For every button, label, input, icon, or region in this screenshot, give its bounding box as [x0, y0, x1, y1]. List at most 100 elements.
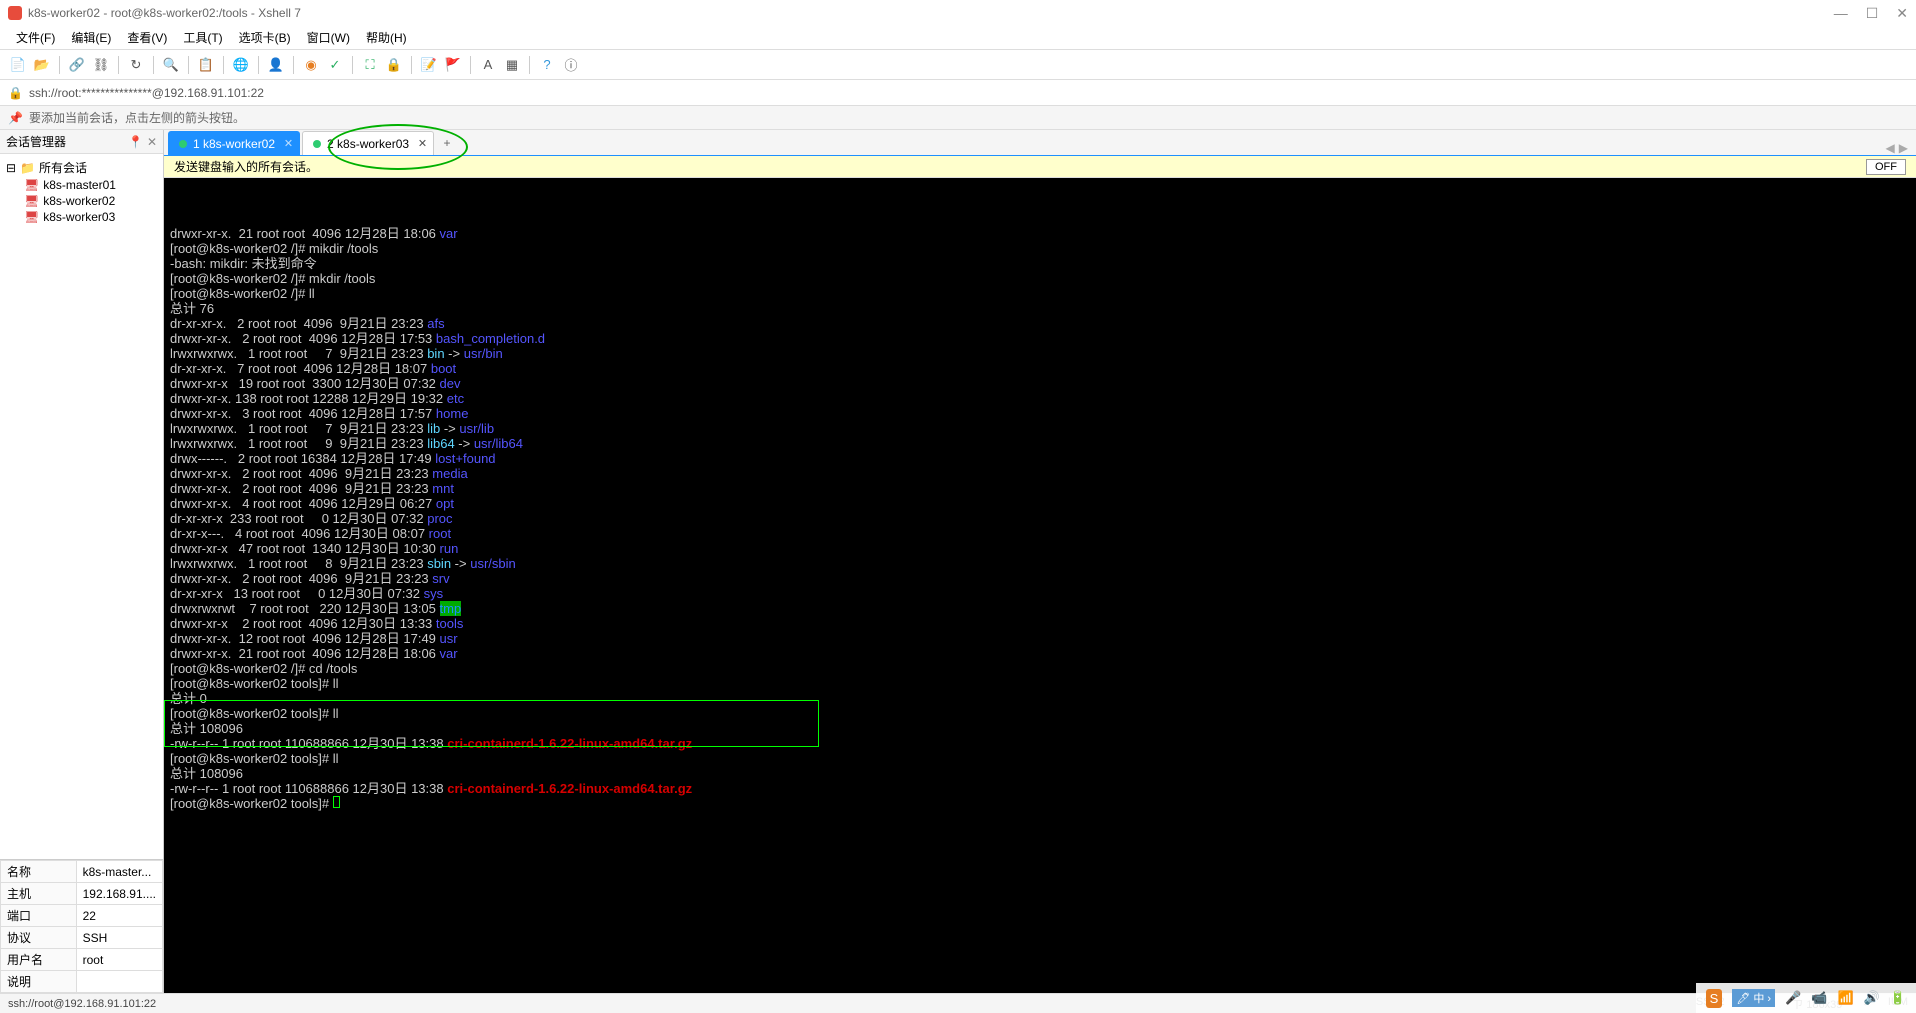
tab[interactable]: 1 k8s-worker02✕	[168, 131, 300, 155]
user-icon[interactable]: 👤	[266, 55, 286, 75]
tree-item[interactable]: 🖥k8s-worker03	[6, 209, 157, 225]
term-line: -rw-r--r-- 1 root root 110688866 12月30日 …	[170, 736, 1910, 751]
doc-icon[interactable]: 📝	[419, 55, 439, 75]
tray-vol-icon[interactable]: 🔊	[1864, 990, 1880, 1006]
close-icon[interactable]: ✕	[1896, 5, 1908, 22]
sidebar-close-icon[interactable]: ✕	[147, 135, 157, 149]
tab-close-icon[interactable]: ✕	[284, 137, 293, 150]
term-line: lrwxrwxrwx. 1 root root 7 9月21日 23:23 bi…	[170, 346, 1910, 361]
term-line: drwxr-xr-x. 3 root root 4096 12月28日 17:5…	[170, 406, 1910, 421]
term-line: drwxr-xr-x. 21 root root 4096 12月28日 18:…	[170, 646, 1910, 661]
kb-off-button[interactable]: OFF	[1866, 159, 1906, 175]
term-line: drwxr-xr-x. 2 root root 4096 9月21日 23:23…	[170, 571, 1910, 586]
open-icon[interactable]: 📂	[32, 55, 52, 75]
expand-icon[interactable]: ⛶	[360, 55, 380, 75]
folder-icon: 📁	[20, 161, 35, 175]
tree-item[interactable]: 🖥k8s-master01	[6, 177, 157, 193]
help-icon[interactable]: ?	[537, 55, 557, 75]
prop-name-v: k8s-master...	[76, 861, 162, 883]
sidebar-pin-icon[interactable]: 📍	[128, 135, 143, 149]
ime-badge[interactable]: 🖊 中 ›	[1732, 989, 1775, 1007]
info-icon[interactable]: ⓘ	[561, 55, 581, 75]
term-line: drwxr-xr-x. 4 root root 4096 12月29日 06:2…	[170, 496, 1910, 511]
menu-item[interactable]: 文件(F)	[10, 27, 61, 48]
copy-icon[interactable]: 📋	[196, 55, 216, 75]
minimize-icon[interactable]: —	[1834, 5, 1848, 22]
term-line: dr-xr-xr-x. 7 root root 4096 12月28日 18:0…	[170, 361, 1910, 376]
terminal[interactable]: drwxr-xr-x. 21 root root 4096 12月28日 18:…	[164, 178, 1916, 993]
lock-icon[interactable]: 🔒	[384, 55, 404, 75]
prop-name-k: 名称	[1, 861, 77, 883]
menu-item[interactable]: 窗口(W)	[301, 27, 356, 48]
term-line: [root@k8s-worker02 /]# mikdir /tools	[170, 241, 1910, 256]
prop-host-v: 192.168.91....	[76, 883, 162, 905]
ime-icon[interactable]: S	[1706, 989, 1723, 1008]
menu-item[interactable]: 查看(V)	[121, 27, 173, 48]
term-line: [root@k8s-worker02 tools]# ll	[170, 706, 1910, 721]
tray-mic-icon[interactable]: 🎤	[1785, 990, 1801, 1006]
kb-hint-text: 发送键盘输入的所有会话。	[174, 158, 318, 175]
circle-icon[interactable]: ◉	[301, 55, 321, 75]
menu-item[interactable]: 工具(T)	[177, 27, 228, 48]
term-line: [root@k8s-worker02 /]# ll	[170, 286, 1910, 301]
link-icon[interactable]: 🔗	[67, 55, 87, 75]
prop-port-k: 端口	[1, 905, 77, 927]
tray-net-icon[interactable]: 📶	[1837, 990, 1853, 1006]
globe-icon[interactable]: 🌐	[231, 55, 251, 75]
term-line: drwxr-xr-x 19 root root 3300 12月30日 07:3…	[170, 376, 1910, 391]
tree-item-label: k8s-worker03	[43, 210, 115, 224]
tree-item-label: k8s-master01	[43, 178, 116, 192]
unlink-icon[interactable]: ⛓	[91, 55, 111, 75]
term-line: drwxr-xr-x. 12 root root 4096 12月28日 17:…	[170, 631, 1910, 646]
toolbar: 📄 📂 🔗 ⛓ ↻ 🔍 📋 🌐 👤 ◉ ✓ ⛶ 🔒 📝 🚩 A ▦ ? ⓘ	[0, 50, 1916, 80]
term-line: 总计 108096	[170, 721, 1910, 736]
add-tab-button[interactable]: +	[436, 133, 458, 155]
titlebar: k8s-worker02 - root@k8s-worker02:/tools …	[0, 0, 1916, 26]
term-line: drwxr-xr-x 2 root root 4096 12月30日 13:33…	[170, 616, 1910, 631]
pin-icon[interactable]: 📌	[8, 111, 23, 125]
status-dot-icon	[313, 140, 321, 148]
sidebar: 会话管理器 📍 ✕ ⊟ 📁 所有会话 🖥k8s-master01🖥k8s-wor…	[0, 130, 164, 993]
term-line: lrwxrwxrwx. 1 root root 7 9月21日 23:23 li…	[170, 421, 1910, 436]
term-line: [root@k8s-worker02 tools]# ll	[170, 751, 1910, 766]
term-line: drwxr-xr-x. 2 root root 4096 9月21日 23:23…	[170, 481, 1910, 496]
refresh-icon[interactable]: ↻	[126, 55, 146, 75]
term-line: drwxrwxrwt 7 root root 220 12月30日 13:05 …	[170, 601, 1910, 616]
maximize-icon[interactable]: ☐	[1866, 5, 1879, 22]
font-icon[interactable]: A	[478, 55, 498, 75]
keyboard-broadcast-bar: 发送键盘输入的所有会话。 OFF	[164, 156, 1916, 178]
menu-item[interactable]: 选项卡(B)	[233, 27, 297, 48]
tray-cam-icon[interactable]: 📹	[1811, 990, 1827, 1006]
prop-user-k: 用户名	[1, 949, 77, 971]
term-line: dr-xr-xr-x 13 root root 0 12月30日 07:32 s…	[170, 586, 1910, 601]
hint-text: 要添加当前会话，点击左侧的箭头按钮。	[29, 109, 245, 126]
minus-icon[interactable]: ⊟	[6, 161, 16, 175]
term-line: drwxr-xr-x. 2 root root 4096 12月28日 17:5…	[170, 331, 1910, 346]
tab-label: 2 k8s-worker03	[327, 137, 409, 151]
tab-prev-icon[interactable]: ◀	[1886, 141, 1895, 155]
term-line: [root@k8s-worker02 /]# mkdir /tools	[170, 271, 1910, 286]
menu-item[interactable]: 帮助(H)	[360, 27, 413, 48]
session-tree[interactable]: ⊟ 📁 所有会话 🖥k8s-master01🖥k8s-worker02🖥k8s-…	[0, 154, 163, 859]
tray-bat-icon[interactable]: 🔋	[1890, 990, 1906, 1006]
tree-root[interactable]: ⊟ 📁 所有会话	[6, 158, 157, 177]
address-text[interactable]: ssh://root:***************@192.168.91.10…	[29, 86, 264, 100]
layout-icon[interactable]: ▦	[502, 55, 522, 75]
status-left: ssh://root@192.168.91.101:22	[8, 998, 156, 1010]
new-session-icon[interactable]: 📄	[8, 55, 28, 75]
term-line: 总计 0	[170, 691, 1910, 706]
menu-item[interactable]: 编辑(E)	[65, 27, 117, 48]
tab-close-icon[interactable]: ✕	[418, 137, 427, 150]
tree-item[interactable]: 🖥k8s-worker02	[6, 193, 157, 209]
prop-proto-k: 协议	[1, 927, 77, 949]
prop-proto-v: SSH	[76, 927, 162, 949]
search-icon[interactable]: 🔍	[161, 55, 181, 75]
prop-host-k: 主机	[1, 883, 77, 905]
check-icon[interactable]: ✓	[325, 55, 345, 75]
term-line: [root@k8s-worker02 tools]# ll	[170, 676, 1910, 691]
flag-icon[interactable]: 🚩	[443, 55, 463, 75]
tab[interactable]: 2 k8s-worker03 ✕	[302, 131, 434, 155]
tab-next-icon[interactable]: ▶	[1899, 141, 1908, 155]
window-title: k8s-worker02 - root@k8s-worker02:/tools …	[28, 6, 301, 20]
lock-small-icon: 🔒	[8, 86, 23, 100]
